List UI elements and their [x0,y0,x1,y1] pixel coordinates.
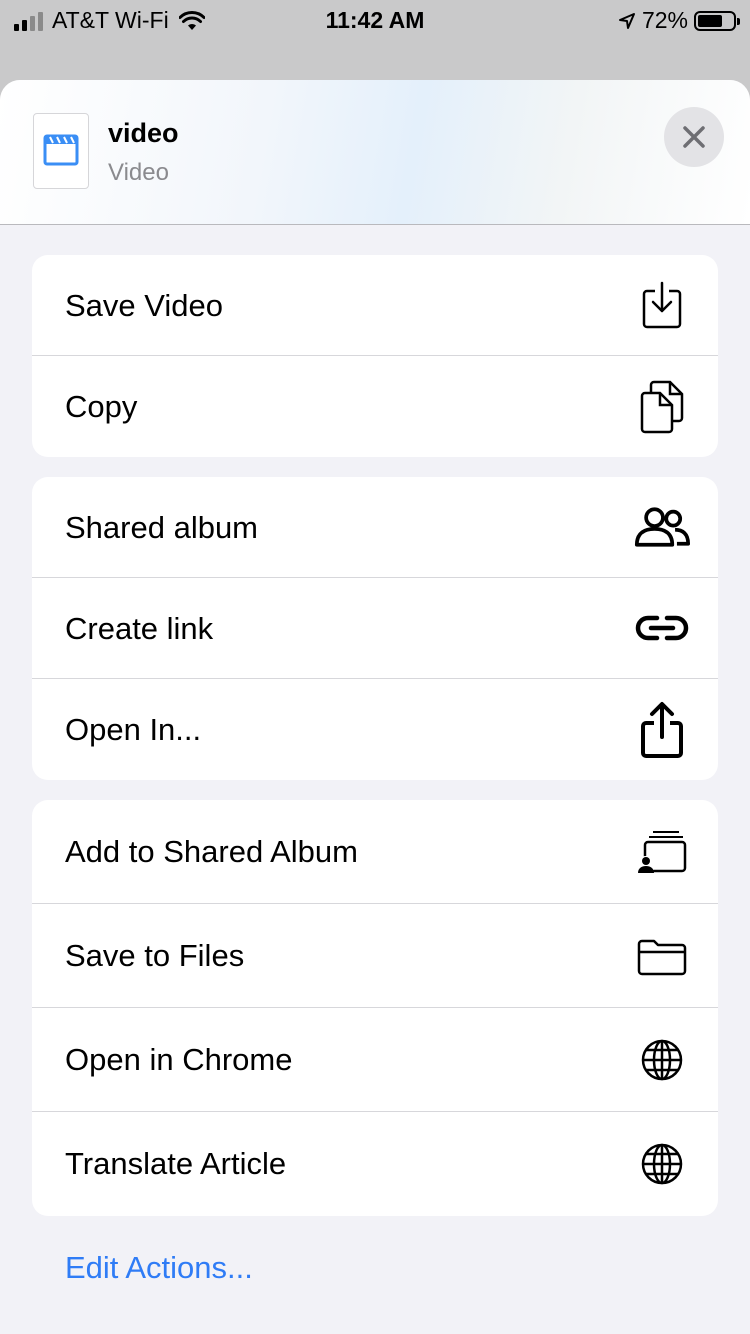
folder-icon [634,928,690,984]
status-bar: AT&T Wi-Fi 11:42 AM 72% [0,0,750,40]
file-subtitle: Video [108,159,169,186]
action-copy[interactable]: Copy [32,356,718,457]
sheet-header: video Video [0,80,750,225]
file-title: video [108,118,179,148]
action-group-3: Add to Shared Album Save to Files Open i… [32,800,718,1216]
video-clapper-icon [43,134,79,166]
link-icon [634,600,690,656]
edit-actions-link[interactable]: Edit Actions... [65,1250,253,1286]
action-label: Save to Files [65,938,245,973]
action-add-to-shared-album[interactable]: Add to Shared Album [32,800,718,904]
copy-icon [634,379,690,435]
status-right: 72% [618,7,740,34]
file-thumbnail [33,113,89,189]
location-arrow-icon [618,12,635,29]
action-label: Add to Shared Album [65,834,358,869]
action-create-link[interactable]: Create link [32,578,718,679]
battery-percent: 72% [641,7,688,33]
action-shared-album[interactable]: Shared album [32,477,718,578]
close-icon [683,126,705,148]
save-download-icon [634,277,690,333]
shared-album-icon [634,824,690,880]
action-label: Open in Chrome [65,1042,293,1077]
action-save-video[interactable]: Save Video [32,255,718,356]
action-label: Open In... [65,712,202,747]
action-group-1: Save Video Copy [32,255,718,457]
action-open-in[interactable]: Open In... [32,679,718,780]
globe-icon [634,1032,690,1088]
action-label: Create link [65,611,214,646]
people-icon [634,499,690,555]
share-icon [634,701,690,758]
action-label: Shared album [65,510,259,545]
action-save-to-files[interactable]: Save to Files [32,904,718,1008]
action-label: Copy [65,389,138,424]
action-group-2: Shared album Create link Open In... [32,477,718,780]
close-button[interactable] [664,107,724,167]
battery-icon [694,10,740,31]
action-open-in-chrome[interactable]: Open in Chrome [32,1008,718,1112]
action-translate-article[interactable]: Translate Article [32,1112,718,1216]
action-label: Translate Article [65,1146,287,1181]
share-sheet: video Video Save Video Copy Shared album… [0,80,750,1334]
globe-icon [634,1136,690,1192]
action-label: Save Video [65,288,223,323]
